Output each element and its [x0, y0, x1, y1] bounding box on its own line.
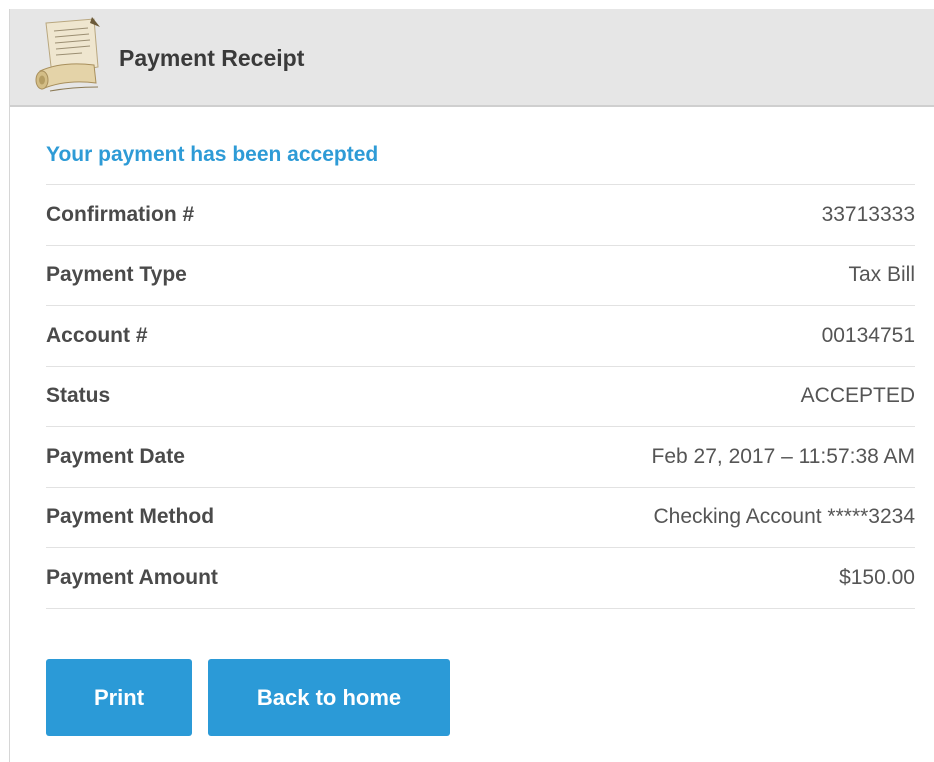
detail-row-status: Status ACCEPTED	[46, 367, 915, 427]
detail-value: Tax Bill	[848, 263, 915, 287]
page-title: Payment Receipt	[119, 45, 305, 71]
detail-value: Checking Account *****3234	[653, 505, 915, 529]
action-buttons: Print Back to home	[46, 659, 450, 736]
detail-label: Payment Method	[46, 505, 215, 529]
back-to-home-button[interactable]: Back to home	[208, 659, 450, 736]
detail-row-payment-type: Payment Type Tax Bill	[46, 246, 915, 306]
payment-receipt-panel: Payment Receipt Your payment has been ac…	[9, 9, 934, 762]
payment-accepted-message: Your payment has been accepted	[46, 135, 915, 185]
detail-value: Feb 27, 2017 – 11:57:38 AM	[651, 444, 915, 468]
panel-header: Payment Receipt	[10, 9, 934, 107]
receipt-body: Your payment has been accepted Confirmat…	[46, 135, 915, 609]
detail-label: Confirmation #	[46, 202, 195, 226]
detail-row-account: Account # 00134751	[46, 306, 915, 367]
detail-row-payment-method: Payment Method Checking Account *****323…	[46, 488, 915, 548]
payment-amount-value: $150.00	[839, 565, 915, 589]
detail-label: Account #	[46, 323, 148, 347]
detail-row-confirmation: Confirmation # 33713333	[46, 185, 915, 246]
print-button[interactable]: Print	[46, 659, 192, 736]
detail-label: Payment Amount	[46, 565, 218, 589]
detail-row-payment-date: Payment Date Feb 27, 2017 – 11:57:38 AM	[46, 427, 915, 488]
detail-value: 33713333	[821, 202, 915, 226]
detail-label: Status	[46, 384, 111, 408]
detail-value: 00134751	[821, 323, 915, 347]
detail-row-payment-amount: Payment Amount $150.00	[46, 548, 915, 609]
detail-label: Payment Type	[46, 263, 187, 287]
detail-label: Payment Date	[46, 444, 185, 468]
scroll-icon	[35, 17, 100, 92]
status-value: ACCEPTED	[800, 384, 915, 408]
